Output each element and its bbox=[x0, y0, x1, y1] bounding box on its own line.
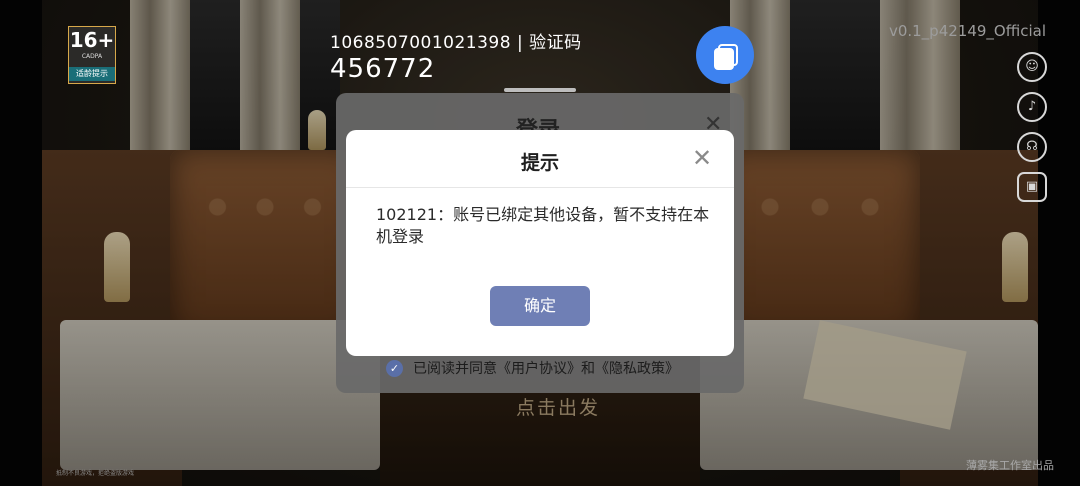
save-icon[interactable]: ▣ bbox=[1017, 172, 1047, 202]
headset-icon[interactable]: ☊ bbox=[1017, 132, 1047, 162]
confirm-button[interactable]: 确定 bbox=[490, 286, 590, 326]
account-id-label: 1068507001021398 | 验证码 bbox=[330, 33, 582, 53]
dialog-message: 102121：账号已绑定其他设备，暂不支持在本机登录 bbox=[376, 205, 710, 246]
close-icon[interactable]: ✕ bbox=[692, 144, 712, 172]
age-rating-number: 16+ bbox=[69, 28, 115, 52]
age-rating-badge: 16+ CADPA 适龄提示 bbox=[68, 26, 116, 84]
age-rating-org: CADPA bbox=[81, 53, 103, 60]
speaker-icon[interactable]: ♪ bbox=[1017, 92, 1047, 122]
agreement-row[interactable]: ✓ 已阅读并同意《用户协议》和《隐私政策》 bbox=[386, 358, 679, 378]
footer-notice: 抵制不良游戏，拒绝盗版游戏 bbox=[56, 470, 135, 477]
dialog-divider bbox=[346, 187, 734, 188]
login-panel-handle bbox=[504, 88, 576, 92]
copy-icon-front bbox=[714, 48, 734, 70]
dialog-title: 提示 bbox=[520, 152, 559, 174]
side-toolbar: ☺ ♪ ☊ ▣ bbox=[1017, 52, 1047, 212]
floating-copy-button[interactable] bbox=[696, 26, 754, 84]
version-label: v0.1_p42149_Official bbox=[888, 22, 1046, 40]
agreement-text[interactable]: 已阅读并同意《用户协议》和《隐私政策》 bbox=[413, 358, 679, 378]
alert-dialog: 提示 ✕ 102121：账号已绑定其他设备，暂不支持在本机登录 确定 bbox=[346, 130, 734, 356]
studio-credit: 薄雾集工作室出品 bbox=[966, 459, 1054, 472]
user-icon[interactable]: ☺ bbox=[1017, 52, 1047, 82]
verification-code: 456772 bbox=[330, 54, 436, 84]
checkbox-checked-icon[interactable]: ✓ bbox=[386, 359, 403, 377]
age-rating-tip: 适龄提示 bbox=[69, 67, 115, 81]
depart-button[interactable]: 点击出发 bbox=[516, 393, 600, 420]
